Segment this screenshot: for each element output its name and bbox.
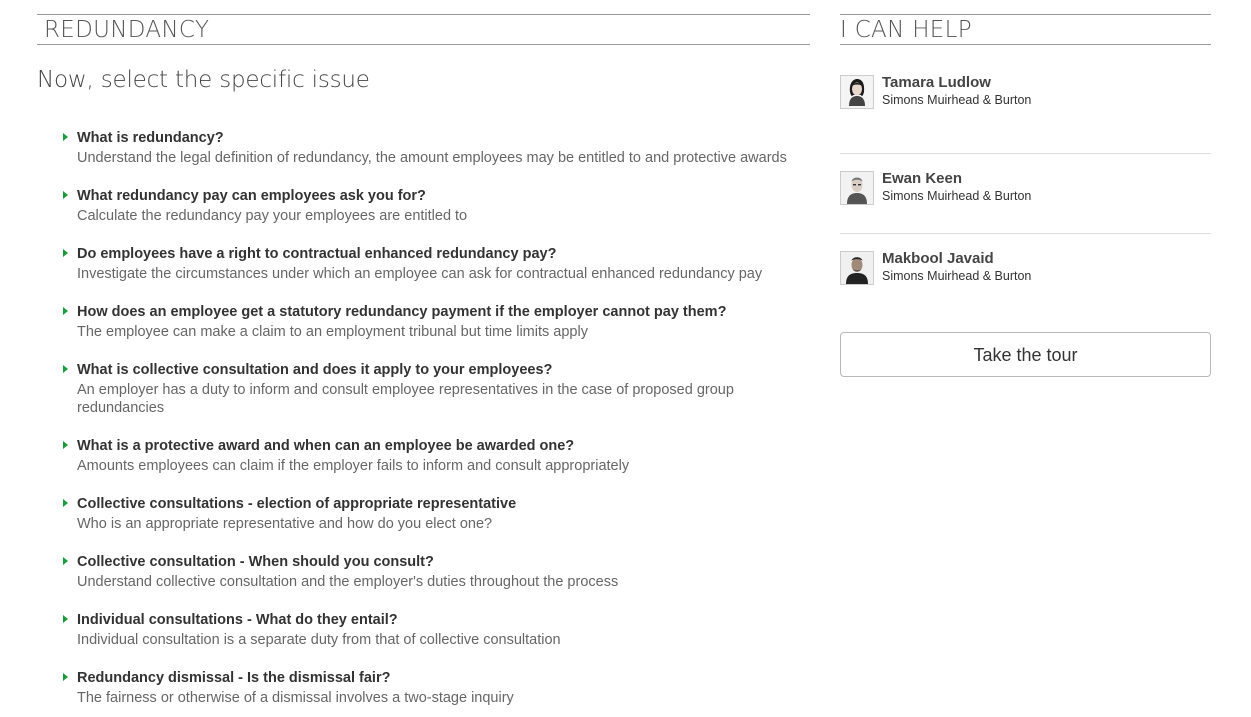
issue-title-link[interactable]: Collective consultation - When should yo… xyxy=(77,553,811,571)
avatar[interactable] xyxy=(840,171,874,205)
issue-title-link[interactable]: Collective consultations - election of a… xyxy=(77,495,811,513)
triangle-right-icon xyxy=(63,365,68,373)
expert-list: Tamara Ludlow Simons Muirhead & Burton E… xyxy=(840,74,1211,314)
expert-item[interactable]: Ewan Keen Simons Muirhead & Burton xyxy=(840,154,1211,234)
issue-description: Investigate the circumstances under whic… xyxy=(77,266,763,282)
issue-description: Understand the legal definition of redun… xyxy=(77,150,787,166)
issue-item[interactable]: Redundancy dismissal - Is the dismissal … xyxy=(61,669,811,707)
section-title: REDUNDANCY xyxy=(37,14,810,45)
issue-description: Calculate the redundancy pay your employ… xyxy=(77,208,468,224)
issue-title-link[interactable]: What is collective consultation and does… xyxy=(77,361,811,379)
issue-description: Amounts employees can claim if the emplo… xyxy=(77,458,630,474)
issue-title-link[interactable]: Redundancy dismissal - Is the dismissal … xyxy=(77,669,811,687)
issue-description: Who is an appropriate representative and… xyxy=(77,516,493,532)
issue-title-link[interactable]: How does an employee get a statutory red… xyxy=(77,303,811,321)
expert-firm: Simons Muirhead & Burton xyxy=(882,93,1032,107)
issue-description: The fairness or otherwise of a dismissal… xyxy=(77,690,514,706)
take-tour-button[interactable]: Take the tour xyxy=(840,332,1211,377)
expert-item[interactable]: Tamara Ludlow Simons Muirhead & Burton xyxy=(840,74,1211,154)
issue-title-link[interactable]: What redundancy pay can employees ask yo… xyxy=(77,187,811,205)
triangle-right-icon xyxy=(63,557,68,565)
issue-item[interactable]: Do employees have a right to contractual… xyxy=(61,245,811,283)
issue-description: Individual consultation is a separate du… xyxy=(77,632,561,648)
avatar[interactable] xyxy=(840,251,874,285)
issue-description: Understand collective consultation and t… xyxy=(77,574,619,590)
issue-item[interactable]: Individual consultations - What do they … xyxy=(61,611,811,649)
person-photo-icon xyxy=(841,172,873,204)
expert-item[interactable]: Makbool Javaid Simons Muirhead & Burton xyxy=(840,234,1211,314)
person-photo-icon xyxy=(841,252,873,284)
issue-item[interactable]: Collective consultation - When should yo… xyxy=(61,553,811,591)
page-subheading: Now, select the specific issue xyxy=(37,67,370,93)
triangle-right-icon xyxy=(63,499,68,507)
help-section-title: I CAN HELP xyxy=(840,14,1211,45)
triangle-right-icon xyxy=(63,441,68,449)
issue-title-link[interactable]: What is a protective award and when can … xyxy=(77,437,811,455)
expert-name[interactable]: Ewan Keen xyxy=(882,170,1031,188)
expert-details: Tamara Ludlow Simons Muirhead & Burton xyxy=(882,74,1032,108)
issue-title-link[interactable]: Individual consultations - What do they … xyxy=(77,611,811,629)
help-panel: I CAN HELP Tamara Ludlow Simons Muirhead… xyxy=(840,14,1211,377)
avatar[interactable] xyxy=(840,75,874,109)
expert-firm: Simons Muirhead & Burton xyxy=(882,269,1032,283)
triangle-right-icon xyxy=(63,307,68,315)
triangle-right-icon xyxy=(63,673,68,681)
issue-item[interactable]: What is redundancy? Understand the legal… xyxy=(61,129,811,167)
triangle-right-icon xyxy=(63,615,68,623)
expert-details: Ewan Keen Simons Muirhead & Burton xyxy=(882,170,1032,204)
expert-name[interactable]: Tamara Ludlow xyxy=(882,74,1031,92)
issue-title-link[interactable]: What is redundancy? xyxy=(77,129,811,147)
expert-details: Makbool Javaid Simons Muirhead & Burton xyxy=(882,250,1032,284)
issue-description: The employee can make a claim to an empl… xyxy=(77,324,588,340)
expert-name[interactable]: Makbool Javaid xyxy=(882,250,1031,268)
issue-item[interactable]: What redundancy pay can employees ask yo… xyxy=(61,187,811,225)
issue-item[interactable]: What is a protective award and when can … xyxy=(61,437,811,475)
issue-description: An employer has a duty to inform and con… xyxy=(77,382,734,416)
page: REDUNDANCY Now, select the specific issu… xyxy=(0,0,1251,717)
issue-title-link[interactable]: Do employees have a right to contractual… xyxy=(77,245,811,263)
issue-item[interactable]: Collective consultations - election of a… xyxy=(61,495,811,533)
issue-item[interactable]: What is collective consultation and does… xyxy=(61,361,811,417)
expert-firm: Simons Muirhead & Burton xyxy=(882,189,1032,203)
triangle-right-icon xyxy=(63,133,68,141)
issue-list: What is redundancy? Understand the legal… xyxy=(61,129,811,717)
redundancy-panel: REDUNDANCY Now, select the specific issu… xyxy=(37,14,810,706)
triangle-right-icon xyxy=(63,191,68,199)
person-photo-icon xyxy=(841,76,873,108)
issue-item[interactable]: How does an employee get a statutory red… xyxy=(61,303,811,341)
triangle-right-icon xyxy=(63,249,68,257)
